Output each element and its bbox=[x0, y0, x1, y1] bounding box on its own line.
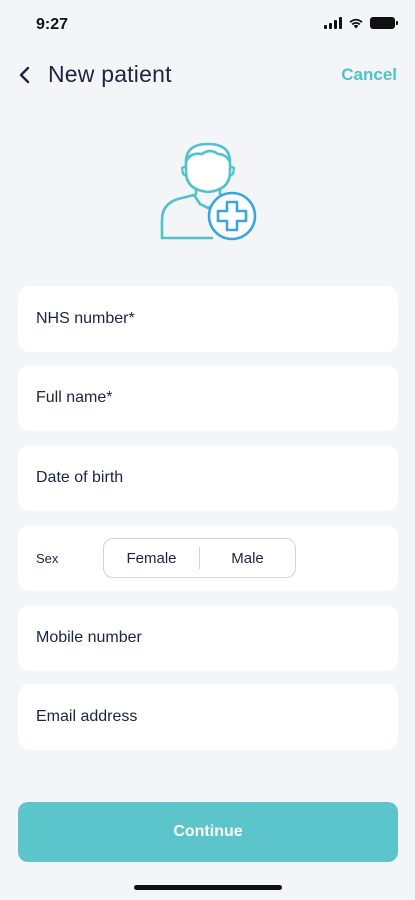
home-indicator bbox=[134, 885, 282, 890]
mobile-number-placeholder: Mobile number bbox=[36, 629, 142, 646]
continue-button[interactable]: Continue bbox=[18, 802, 398, 862]
battery-icon bbox=[370, 17, 398, 29]
cellular-signal-icon bbox=[324, 17, 342, 29]
email-address-placeholder: Email address bbox=[36, 708, 138, 725]
cancel-button[interactable]: Cancel bbox=[341, 65, 397, 85]
chevron-left-icon bbox=[19, 66, 30, 84]
nhs-number-placeholder: NHS number* bbox=[36, 310, 135, 327]
full-name-field[interactable]: Full name* bbox=[18, 365, 398, 431]
full-name-placeholder: Full name* bbox=[36, 389, 113, 406]
email-address-field[interactable]: Email address bbox=[18, 684, 398, 750]
back-button[interactable] bbox=[12, 62, 38, 88]
nhs-number-field[interactable]: NHS number* bbox=[18, 286, 398, 352]
status-icons bbox=[324, 17, 398, 29]
date-of-birth-field[interactable]: Date of birth bbox=[18, 445, 398, 511]
date-of-birth-placeholder: Date of birth bbox=[36, 469, 124, 486]
sex-segmented-control: Female Male bbox=[103, 538, 296, 578]
status-bar: 9:27 bbox=[0, 0, 415, 50]
add-user-icon bbox=[160, 142, 257, 241]
status-time: 9:27 bbox=[36, 16, 69, 33]
new-patient-screen: 9:27 New patient Cancel NHS number* Full… bbox=[0, 0, 415, 900]
mobile-number-field[interactable]: Mobile number bbox=[18, 605, 398, 671]
page-title: New patient bbox=[48, 61, 172, 87]
sex-option-male[interactable]: Male bbox=[200, 550, 295, 567]
header: New patient Cancel bbox=[0, 56, 415, 96]
wifi-icon bbox=[349, 18, 363, 29]
sex-label: Sex bbox=[36, 550, 59, 566]
sex-option-female[interactable]: Female bbox=[104, 550, 199, 567]
sex-field: Sex Female Male bbox=[18, 525, 398, 591]
